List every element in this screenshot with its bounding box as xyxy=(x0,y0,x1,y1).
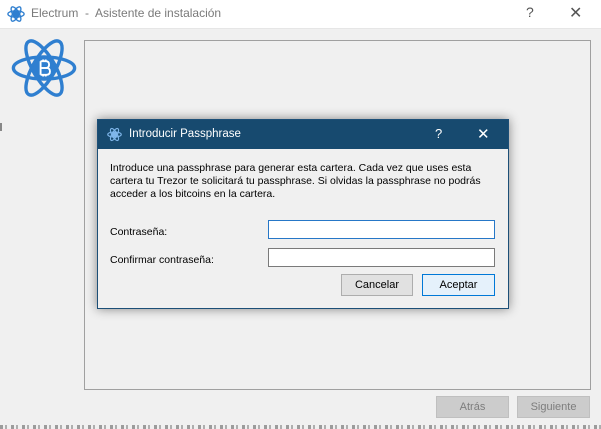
password-field[interactable] xyxy=(268,220,495,239)
accept-button[interactable]: Aceptar xyxy=(422,274,495,296)
confirm-password-field[interactable] xyxy=(268,248,495,267)
window-titlebar: Electrum - Asistente de instalación ? ✕ xyxy=(0,0,601,29)
back-button[interactable]: Atrás xyxy=(436,396,509,418)
dialog-help-button[interactable]: ? xyxy=(435,126,442,141)
edge-artifact xyxy=(0,123,2,131)
electrum-logo-icon xyxy=(107,127,122,142)
dialog-message: Introduce una passphrase para generar es… xyxy=(110,162,481,200)
dialog-close-button[interactable]: ✕ xyxy=(477,125,490,143)
password-label: Contraseña: xyxy=(110,226,168,238)
confirm-password-label: Confirmar contraseña: xyxy=(110,254,214,266)
passphrase-dialog: Introducir Passphrase ? ✕ Introduce una … xyxy=(97,119,509,309)
next-button[interactable]: Siguiente xyxy=(517,396,590,418)
cancel-button[interactable]: Cancelar xyxy=(341,274,413,296)
bottom-edge-artifact xyxy=(0,425,601,429)
electrum-logo-icon xyxy=(7,6,25,22)
window-help-button[interactable]: ? xyxy=(526,4,534,20)
window-title: Electrum - Asistente de instalación xyxy=(31,6,222,20)
dialog-titlebar: Introducir Passphrase ? ✕ xyxy=(98,120,508,149)
dialog-title: Introducir Passphrase xyxy=(129,128,241,140)
window-close-button[interactable]: ✕ xyxy=(569,3,582,23)
electrum-bitcoin-logo-icon xyxy=(11,39,77,97)
